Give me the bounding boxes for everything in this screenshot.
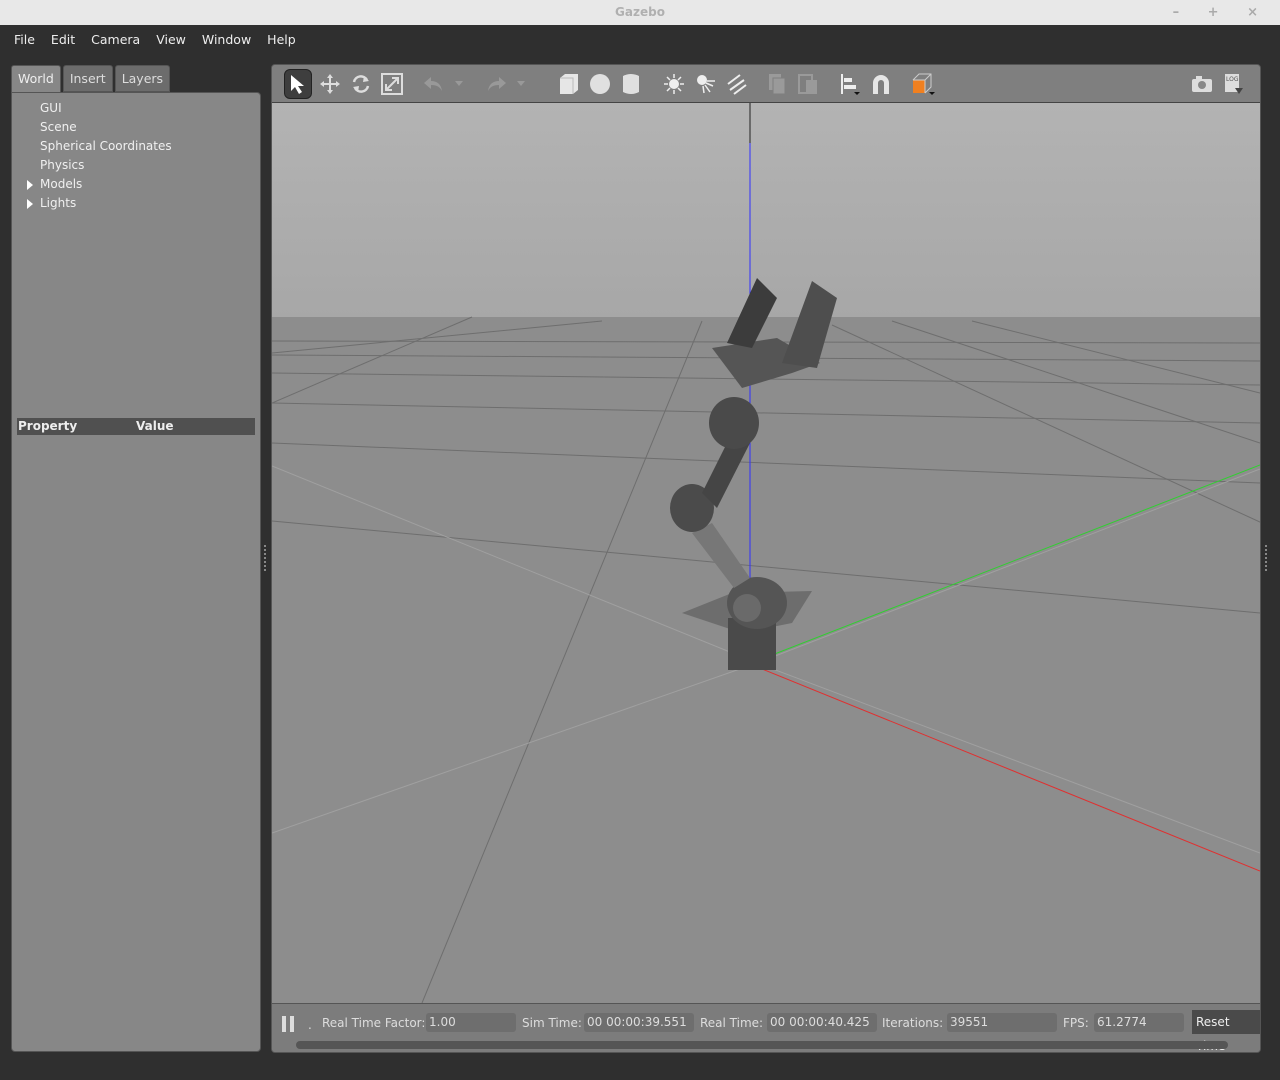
real-time-field: 00 00:00:40.425 [767,1013,877,1032]
undo-dropdown-icon[interactable] [452,69,466,99]
tree-label: Lights [40,196,77,210]
tree-label: Physics [40,158,85,172]
step-button[interactable]: . [308,1017,312,1033]
fps-field: 61.2774 [1094,1013,1184,1032]
menu-window[interactable]: Window [196,25,257,55]
left-tabs: World Insert Layers [11,65,172,92]
fps-label: FPS: [1063,1016,1089,1030]
tree-item-models[interactable]: Models [12,175,260,194]
expand-arrow-icon[interactable] [27,199,33,209]
screenshot-icon[interactable] [1188,69,1216,99]
menu-bar: File Edit Camera View Window Help [0,25,1280,55]
menu-view[interactable]: View [150,25,192,55]
svg-text:LOG: LOG [1226,76,1239,83]
tab-insert[interactable]: Insert [62,65,113,92]
paste-icon[interactable] [794,69,822,99]
scale-icon[interactable] [378,69,406,99]
menu-edit[interactable]: Edit [45,25,81,55]
directional-light-icon[interactable] [722,69,750,99]
view-angle-icon[interactable] [909,69,937,99]
tree-item-spherical-coordinates[interactable]: Spherical Coordinates [12,137,260,156]
real-time-label: Real Time: [700,1016,764,1030]
box-icon[interactable] [555,69,583,99]
world-panel: GUI Scene Spherical Coordinates Physics … [11,92,261,1052]
tree-label: GUI [40,101,62,115]
window-title-bar: Gazebo – + × [0,0,1280,25]
tree-item-physics[interactable]: Physics [12,156,260,175]
tree-label: Models [40,177,83,191]
translate-icon[interactable] [316,69,344,99]
tree-label: Scene [40,120,77,134]
scene-render[interactable] [272,103,1260,1004]
pause-button[interactable] [282,1016,296,1032]
tree-item-scene[interactable]: Scene [12,118,260,137]
reset-time-button[interactable]: Reset Time [1192,1010,1260,1052]
tree-item-lights[interactable]: Lights [12,194,260,213]
iterations-field: 39551 [947,1013,1057,1032]
cylinder-icon[interactable] [617,69,645,99]
world-tree: GUI Scene Spherical Coordinates Physics … [12,99,260,213]
property-table-header: Property Value [17,418,255,435]
sphere-icon[interactable] [586,69,614,99]
spot-light-icon[interactable] [691,69,719,99]
tab-world[interactable]: World [11,65,61,92]
left-splitter-handle[interactable] [264,545,266,571]
expand-arrow-icon[interactable] [27,180,33,190]
magnet-icon[interactable] [867,69,895,99]
sim-time-label: Sim Time: [522,1016,582,1030]
value-column-header: Value [136,419,174,433]
main-panel: LOG . Real Time Factor: 1.00 Sim Time: 0… [271,64,1261,1053]
menu-help[interactable]: Help [261,25,302,55]
status-bar: . Real Time Factor: 1.00 Sim Time: 00 00… [272,1003,1260,1052]
select-arrow-icon[interactable] [284,69,312,99]
menu-camera[interactable]: Camera [85,25,146,55]
point-light-icon[interactable] [660,69,688,99]
property-column-header: Property [18,419,78,433]
rotate-icon[interactable] [347,69,375,99]
undo-icon[interactable] [420,69,448,99]
window-controls[interactable]: – + × [1173,0,1270,25]
menu-file[interactable]: File [8,25,41,55]
tab-layers[interactable]: Layers [114,65,171,92]
sim-time-field: 00 00:00:39.551 [584,1013,694,1032]
align-icon[interactable] [836,69,864,99]
tree-label: Spherical Coordinates [40,139,172,153]
copy-icon[interactable] [763,69,791,99]
rtf-label: Real Time Factor: [322,1016,426,1030]
iterations-label: Iterations: [882,1016,944,1030]
redo-dropdown-icon[interactable] [514,69,528,99]
log-icon[interactable]: LOG [1219,69,1247,99]
tree-item-gui[interactable]: GUI [12,99,260,118]
right-splitter-handle[interactable] [1265,545,1267,571]
rtf-field: 1.00 [426,1013,516,1032]
redo-icon[interactable] [482,69,510,99]
horizontal-scrollbar[interactable] [296,1041,1228,1049]
toolbar: LOG [272,65,1260,103]
window-title: Gazebo [615,5,665,19]
3d-viewport[interactable] [272,103,1260,1004]
